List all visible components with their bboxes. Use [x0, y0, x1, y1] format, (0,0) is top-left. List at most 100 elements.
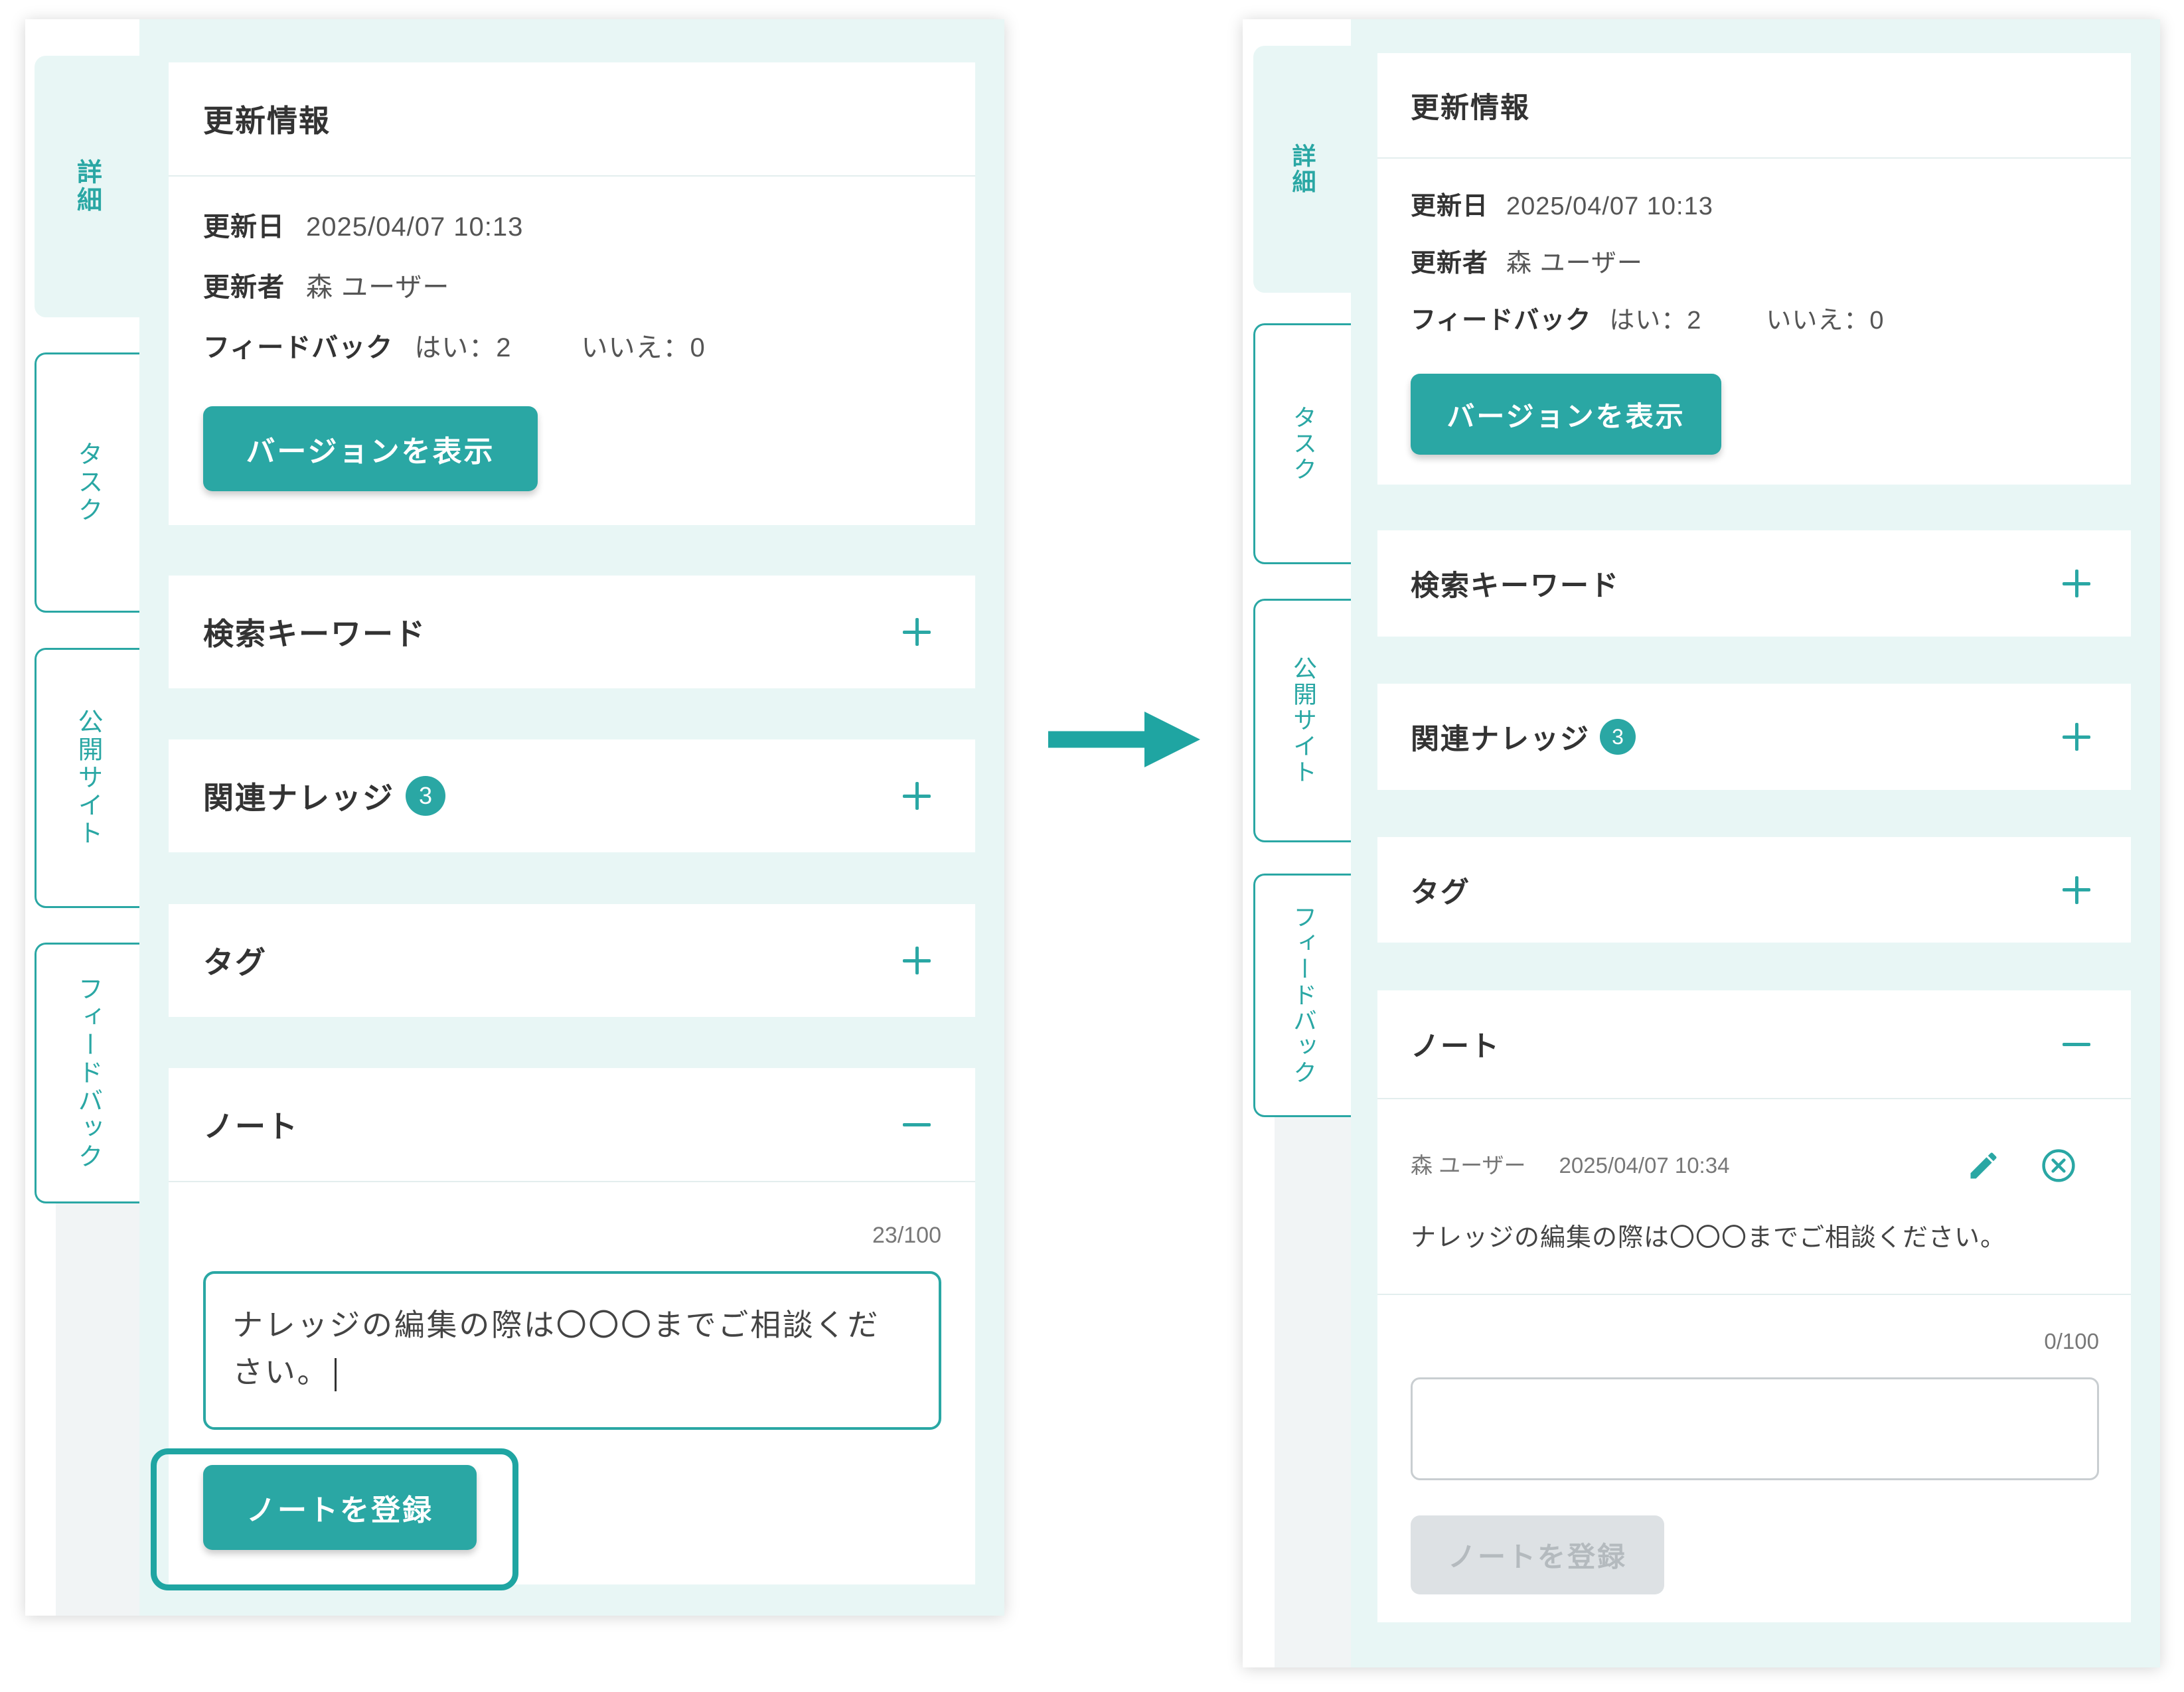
tab-feedback[interactable]: フィードバック [1253, 874, 1351, 1117]
update-info-rows: 更新日 2025/04/07 10:13 更新者森 ユーザー フィードバック はい：… [1411, 178, 1885, 349]
feedback-no-count: いいえ：0 [1766, 307, 1885, 335]
updated-by-row: 更新者森 ユーザー [1411, 235, 1885, 292]
tab-public-site-label: 公開サイト [74, 708, 102, 848]
divider [1377, 1294, 2131, 1295]
plus-icon[interactable] [2063, 876, 2090, 904]
side-tab-rail [56, 1203, 139, 1616]
tab-feedback-label: フィードバック [1290, 905, 1317, 1086]
updated-date-row: 更新日 2025/04/07 10:13 [1411, 178, 1885, 235]
note-textarea[interactable] [1411, 1377, 2099, 1480]
register-note-button[interactable]: ノートを登録 [1411, 1515, 1664, 1594]
knowledge-detail-panel-after: 詳細 タスク 公開サイト フィードバック 更新情報 更新日 2025/04/07 … [1243, 19, 2160, 1667]
search-keywords-header[interactable]: 検索キーワード [1377, 530, 2131, 637]
search-keywords-title: 検索キーワード [1411, 570, 1620, 602]
note-entry-text: ナレッジの編集の際は〇〇〇までご相談ください。 [1411, 1224, 2007, 1252]
tags-header[interactable]: タグ [1377, 837, 2131, 943]
tab-details[interactable]: 詳細 [35, 56, 139, 317]
note-card: ノート 森 ユーザー 2025/04/07 10:34 ナレッジの編集の際は〇〇〇… [1377, 990, 2131, 1622]
plus-icon[interactable] [903, 618, 931, 646]
note-header[interactable]: ノート [1377, 990, 2131, 1099]
update-info-header: 更新情報 [1377, 53, 2131, 159]
plus-icon[interactable] [2063, 723, 2090, 751]
tab-public-site[interactable]: 公開サイト [1253, 599, 1351, 842]
tab-public-site[interactable]: 公開サイト [35, 648, 139, 908]
tab-tasks[interactable]: タスク [1253, 323, 1351, 564]
arrow-right-icon [1048, 712, 1200, 767]
updated-date-value: 2025/04/07 10:13 [1506, 192, 1713, 220]
note-textarea-value: ナレッジの編集の際は〇〇〇までご相談ください。 [232, 1308, 880, 1389]
feedback-yes-count: はい：2 [414, 333, 512, 362]
highlight-annotation [151, 1448, 518, 1590]
feedback-label: フィードバック [203, 333, 394, 362]
close-circle-icon[interactable] [2040, 1147, 2077, 1184]
update-info-card: 更新情報 更新日 2025/04/07 10:13 更新者森 ユーザー フィードバ… [1377, 53, 2131, 485]
detail-content-area: 更新情報 更新日 2025/04/07 10:13 更新者森 ユーザー フィードバ… [1351, 19, 2160, 1667]
related-knowledge-header[interactable]: 関連ナレッジ 3 [1377, 684, 2131, 790]
note-title: ノート [1411, 1031, 1500, 1063]
tab-details[interactable]: 詳細 [1253, 46, 1351, 293]
search-keywords-card: 検索キーワード [1377, 530, 2131, 637]
updated-date-label: 更新日 [203, 212, 285, 242]
detail-content-area: 更新情報 更新日 2025/04/07 10:13 更新者森 ユーザー フィードバ… [139, 19, 1004, 1616]
plus-icon[interactable] [903, 782, 931, 810]
note-title: ノート [203, 1109, 299, 1144]
tags-title: タグ [1411, 876, 1470, 909]
tab-details-label: 詳細 [72, 159, 101, 214]
tab-public-site-label: 公開サイト [1290, 656, 1317, 785]
updated-by-label: 更新者 [203, 273, 285, 302]
tags-header[interactable]: タグ [169, 904, 975, 1017]
minus-icon[interactable] [903, 1111, 931, 1138]
tab-feedback-label: フィードバック [74, 975, 102, 1171]
tab-details-label: 詳細 [1288, 143, 1316, 195]
related-knowledge-header[interactable]: 関連ナレッジ 3 [169, 739, 975, 852]
feedback-row: フィードバック はい：2 いいえ：0 [203, 318, 706, 378]
tab-tasks[interactable]: タスク [35, 352, 139, 613]
tags-card: タグ [1377, 837, 2131, 943]
updated-by-label: 更新者 [1411, 250, 1489, 277]
related-knowledge-title: 関連ナレッジ [1411, 724, 1590, 755]
updated-date-value: 2025/04/07 10:13 [306, 212, 524, 242]
search-keywords-title: 検索キーワード [203, 617, 426, 651]
note-header[interactable]: ノート [169, 1068, 975, 1182]
related-knowledge-card: 関連ナレッジ 3 [169, 739, 975, 852]
update-info-title: 更新情報 [203, 104, 331, 138]
feedback-yes-count: はい：2 [1609, 307, 1702, 335]
tab-tasks-label: タスク [74, 441, 102, 524]
text-caret [335, 1357, 337, 1391]
related-knowledge-title: 関連ナレッジ [203, 781, 394, 815]
show-version-button[interactable]: バージョンを表示 [203, 406, 538, 491]
note-author: 森 ユーザー [1411, 1153, 1526, 1178]
update-info-title: 更新情報 [1411, 92, 1530, 124]
updated-by-value: 森 ユーザー [306, 273, 450, 302]
tab-feedback[interactable]: フィードバック [35, 943, 139, 1203]
feedback-row: フィードバック はい：2 いいえ：0 [1411, 292, 1885, 349]
knowledge-detail-panel-before: 詳細 タスク 公開サイト フィードバック 更新情報 更新日 2025/04/07 … [25, 19, 1004, 1616]
updated-date-label: 更新日 [1411, 192, 1489, 220]
note-entry-meta: 森 ユーザー 2025/04/07 10:34 [1411, 1152, 1729, 1179]
related-knowledge-card: 関連ナレッジ 3 [1377, 684, 2131, 790]
update-info-card: 更新情報 更新日 2025/04/07 10:13 更新者森 ユーザー フィードバ… [169, 62, 975, 525]
updated-date-row: 更新日 2025/04/07 10:13 [203, 197, 706, 258]
related-knowledge-count-badge: 3 [1600, 719, 1636, 755]
tags-card: タグ [169, 904, 975, 1017]
tab-tasks-label: タスク [1290, 405, 1317, 483]
feedback-no-count: いいえ：0 [581, 333, 706, 362]
plus-icon[interactable] [2063, 570, 2090, 597]
note-timestamp: 2025/04/07 10:34 [1559, 1153, 1730, 1178]
plus-icon[interactable] [903, 947, 931, 974]
pencil-icon[interactable] [1966, 1148, 2001, 1183]
update-info-rows: 更新日 2025/04/07 10:13 更新者森 ユーザー フィードバック はい：… [203, 197, 706, 378]
related-knowledge-count-badge: 3 [406, 776, 445, 816]
search-keywords-card: 検索キーワード [169, 576, 975, 688]
note-textarea[interactable]: ナレッジの編集の際は〇〇〇までご相談ください。 [203, 1271, 941, 1430]
note-char-counter: 23/100 [872, 1223, 941, 1248]
updated-by-row: 更新者森 ユーザー [203, 258, 706, 318]
show-version-button[interactable]: バージョンを表示 [1411, 374, 1721, 455]
minus-icon[interactable] [2063, 1030, 2090, 1058]
search-keywords-header[interactable]: 検索キーワード [169, 576, 975, 688]
update-info-header: 更新情報 [169, 62, 975, 177]
side-tab-rail [1275, 1117, 1351, 1667]
updated-by-value: 森 ユーザー [1506, 250, 1643, 277]
note-char-counter: 0/100 [2044, 1329, 2099, 1353]
tags-title: タグ [203, 945, 267, 980]
